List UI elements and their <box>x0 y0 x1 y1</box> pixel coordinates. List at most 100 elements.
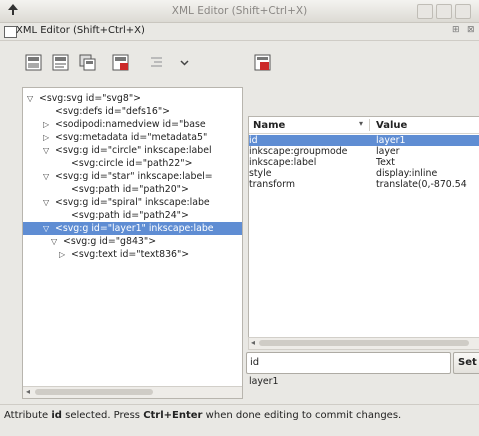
attribute-name-cell: transform <box>249 179 295 190</box>
dock-float-button[interactable]: ⊞ <box>452 25 460 35</box>
tree-node[interactable]: ▽ <svg:g id="circle" inkscape:label <box>23 144 242 157</box>
status-shortcut: Ctrl+Enter <box>143 410 203 421</box>
tree-node[interactable]: <svg:circle id="path22"> <box>23 157 242 170</box>
tree-list: ▽ <svg:svg id="svg8"> <svg:defs id="defs16… <box>23 92 242 261</box>
tree-node[interactable]: ▽ <svg:g id="g843"> <box>23 235 242 248</box>
scrollbar-thumb[interactable] <box>35 389 153 395</box>
new-element-node-button[interactable] <box>25 54 42 71</box>
tree-horizontal-scrollbar[interactable]: ◂ <box>23 386 242 398</box>
new-element-node-icon <box>25 54 42 71</box>
tree-node-label: <svg:svg id="svg8"> <box>39 93 141 104</box>
status-middle: selected. Press <box>61 410 144 421</box>
tree-node[interactable]: ▷ <svg:metadata id="metadata5" <box>23 131 242 144</box>
attribute-value-cell: translate(0,-870.54 <box>376 179 467 190</box>
maximize-button[interactable] <box>436 4 452 19</box>
attribute-value-cell: layer1 <box>376 135 406 146</box>
delete-attribute-button[interactable] <box>254 54 271 71</box>
attribute-name-cell: id <box>249 135 258 146</box>
delete-node-icon <box>112 54 129 71</box>
new-text-node-icon <box>52 54 69 71</box>
delete-node-button[interactable] <box>112 54 129 71</box>
expander-expanded-icon[interactable]: ▽ <box>51 235 57 248</box>
attribute-name-cell: style <box>249 168 272 179</box>
status-divider <box>0 404 479 405</box>
delete-attribute-icon <box>254 54 271 71</box>
tree-node-label: <svg:defs id="defs16"> <box>55 106 171 117</box>
tree-node-label: <svg:g id="layer1" inkscape:labe <box>55 223 214 234</box>
attribute-table-header: Name ▾ Value <box>249 117 479 134</box>
scrollbar-thumb[interactable] <box>259 340 469 346</box>
attribute-row[interactable]: inkscape:groupmode layer <box>249 146 479 157</box>
status-suffix: when done editing to commit changes. <box>202 410 402 421</box>
tree-node-label: <svg:path id="path20"> <box>71 184 189 195</box>
attribute-value-cell: display:inline <box>376 168 438 179</box>
attribute-row[interactable]: transform translate(0,-870.54 <box>249 179 479 190</box>
attribute-horizontal-scrollbar[interactable]: ◂ <box>248 337 479 350</box>
unindent-node-button[interactable] <box>148 54 165 71</box>
expander-collapsed-icon[interactable]: ▷ <box>43 118 49 131</box>
scroll-left-icon[interactable]: ◂ <box>251 338 255 347</box>
expander-expanded-icon[interactable]: ▽ <box>43 144 49 157</box>
xml-node-tree[interactable]: ▽ <svg:svg id="svg8"> <svg:defs id="defs16… <box>22 87 243 399</box>
attribute-value-text: layer1 <box>249 376 279 387</box>
window-title: XML Editor (Shift+Ctrl+X) <box>171 5 308 17</box>
tree-node-label: <svg:g id="g843"> <box>63 236 157 247</box>
expander-expanded-icon[interactable]: ▽ <box>43 196 49 209</box>
column-divider <box>369 119 370 131</box>
attribute-value-field[interactable]: layer1 <box>246 373 479 398</box>
status-bar: Attribute id selected. Press Ctrl+Enter … <box>4 410 401 421</box>
tree-node[interactable]: ▽ <svg:svg id="svg8"> <box>23 92 242 105</box>
tree-node[interactable]: ▽ <svg:g id="layer1" inkscape:labe <box>23 222 242 235</box>
close-button[interactable] <box>455 4 471 19</box>
window-titlebar[interactable]: XML Editor (Shift+Ctrl+X) <box>0 0 479 23</box>
set-button-label: Set <box>458 357 477 368</box>
tree-node[interactable]: ▷ <svg:text id="text836"> <box>23 248 242 261</box>
tree-node-label: <svg:metadata id="metadata5" <box>55 132 208 143</box>
attribute-row[interactable]: inkscape:label Text <box>249 157 479 168</box>
attribute-name-field[interactable]: id <box>246 352 451 374</box>
minimize-button[interactable] <box>417 4 433 19</box>
tree-node-label: <svg:g id="star" inkscape:label= <box>55 171 213 182</box>
indent-node-dropdown[interactable] <box>176 54 193 71</box>
dock-close-button[interactable]: ⊠ <box>467 25 475 35</box>
tree-node[interactable]: ▷ <sodipodi:namedview id="base <box>23 118 242 131</box>
duplicate-node-button[interactable] <box>79 54 96 71</box>
tree-node-label: <sodipodi:namedview id="base <box>55 119 206 130</box>
tree-node[interactable]: <svg:defs id="defs16"> <box>23 105 242 118</box>
duplicate-node-icon <box>79 54 96 71</box>
tree-node-label: <svg:circle id="path22"> <box>71 158 193 169</box>
tree-node-label: <svg:text id="text836"> <box>71 249 190 260</box>
expander-collapsed-icon[interactable]: ▷ <box>43 131 49 144</box>
tree-node-label: <svg:g id="spiral" inkscape:labe <box>55 197 210 208</box>
attribute-table[interactable]: Name ▾ Value id layer1 inkscape:groupmode l… <box>248 116 479 338</box>
attribute-name-cell: inkscape:groupmode <box>249 146 348 157</box>
expander-collapsed-icon[interactable]: ▷ <box>59 248 65 261</box>
unindent-node-icon <box>151 57 162 67</box>
tree-node-label: <svg:path id="path24"> <box>71 210 189 221</box>
status-prefix: Attribute <box>4 410 52 421</box>
attribute-value-cell: layer <box>376 146 400 157</box>
attribute-name-text: id <box>250 357 260 368</box>
attribute-row[interactable]: style display:inline <box>249 168 479 179</box>
column-header-name[interactable]: Name <box>253 120 285 131</box>
attribute-row[interactable]: id layer1 <box>249 135 479 146</box>
attribute-value-cell: Text <box>376 157 395 168</box>
attribute-name-cell: inkscape:label <box>249 157 317 168</box>
node-toolbar <box>0 48 479 78</box>
expander-expanded-icon[interactable]: ▽ <box>27 92 33 105</box>
tree-node[interactable]: <svg:path id="path20"> <box>23 183 242 196</box>
scroll-left-icon[interactable]: ◂ <box>26 387 30 396</box>
tree-node[interactable]: ▽ <svg:g id="star" inkscape:label= <box>23 170 242 183</box>
dock-titlebar[interactable]: XML Editor (Shift+Ctrl+X) ⊞ ⊠ <box>0 23 479 41</box>
chevron-down-icon[interactable]: ▾ <box>359 119 363 128</box>
column-header-value[interactable]: Value <box>376 120 407 131</box>
new-text-node-button[interactable] <box>52 54 69 71</box>
dock-title: XML Editor (Shift+Ctrl+X) <box>16 25 145 36</box>
tree-node[interactable]: <svg:path id="path24"> <box>23 209 242 222</box>
expander-expanded-icon[interactable]: ▽ <box>43 170 49 183</box>
window-controls <box>417 4 471 19</box>
expander-expanded-icon[interactable]: ▽ <box>43 222 49 235</box>
chevron-down-icon <box>180 60 189 66</box>
tree-node[interactable]: ▽ <svg:g id="spiral" inkscape:labe <box>23 196 242 209</box>
set-button[interactable]: Set <box>453 352 479 374</box>
